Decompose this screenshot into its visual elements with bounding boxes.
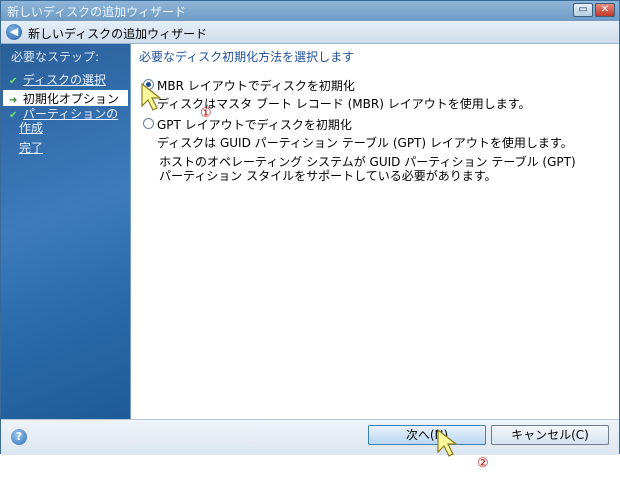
check-icon: ✔: [9, 76, 18, 87]
sidebar-item-init-options: ➜ 初期化オプション: [3, 90, 128, 106]
gpt-note-line1: ホストのオペレーティング システムが GUID パーティション テーブル (GP…: [159, 155, 576, 169]
callout-marker-1: ①: [200, 106, 212, 121]
gpt-note: ホストのオペレーティング システムが GUID パーティション テーブル (GP…: [159, 155, 576, 183]
steps-sidebar: 必要なステップ: ✔ ディスクの選択 ➜ 初期化オプション ✔ パーティションの…: [1, 44, 130, 419]
callout-marker-2: ②: [477, 456, 489, 471]
wizard-title: 新しいディスクの追加ウィザード: [28, 27, 208, 41]
title-bar[interactable]: 新しいディスクの追加ウィザード ▭ ✕: [1, 1, 619, 21]
gpt-radio[interactable]: [143, 118, 154, 129]
sidebar-item-label[interactable]: パーティションの: [23, 107, 118, 121]
help-icon[interactable]: ?: [11, 429, 27, 445]
sidebar-item-label[interactable]: 完了: [19, 141, 43, 155]
gpt-note-line2: パーティション スタイルをサポートしている必要があります。: [159, 169, 497, 183]
sidebar-item-create-partition[interactable]: ✔ パーティションの 作成: [9, 108, 118, 134]
wizard-window: 新しいディスクの追加ウィザード ▭ ✕ ◀ 新しいディスクの追加ウィザード 必要…: [0, 0, 620, 455]
sidebar-item-label-cont[interactable]: 作成: [19, 121, 43, 135]
pointer-cursor-icon: [437, 428, 458, 457]
sidebar-item-label[interactable]: ディスクの選択: [23, 73, 106, 87]
sidebar-item-select-disk[interactable]: ✔ ディスクの選択: [9, 71, 106, 88]
window-title: 新しいディスクの追加ウィザード: [7, 5, 187, 19]
back-arrow-icon[interactable]: ◀: [6, 24, 22, 40]
sidebar-item-label: 初期化オプション: [22, 92, 119, 106]
cancel-button[interactable]: キャンセル(C): [491, 425, 609, 445]
steps-heading: 必要なステップ:: [11, 50, 100, 64]
pointer-cursor-icon: [141, 82, 162, 111]
minimize-button[interactable]: ▭: [573, 3, 593, 17]
check-icon: ✔: [9, 110, 18, 121]
mbr-option-label[interactable]: MBR レイアウトでディスクを初期化: [157, 77, 355, 94]
wizard-header: ◀ 新しいディスクの追加ウィザード: [1, 21, 619, 44]
gpt-option-label[interactable]: GPT レイアウトでディスクを初期化: [157, 116, 352, 133]
sidebar-item-finish[interactable]: 完了: [9, 139, 43, 156]
next-button[interactable]: 次へ(N): [368, 425, 486, 445]
wizard-footer: ? 次へ(N) キャンセル(C): [1, 419, 619, 455]
gpt-description: ディスクは GUID パーティション テーブル (GPT) レイアウトを使用しま…: [157, 136, 573, 150]
current-step-arrow-icon: ➜: [9, 95, 18, 106]
close-button[interactable]: ✕: [595, 3, 615, 17]
main-content: 必要なディスク初期化方法を選択します MBR レイアウトでディスクを初期化 ディ…: [131, 44, 619, 419]
page-prompt: 必要なディスク初期化方法を選択します: [139, 50, 355, 64]
mbr-description: ディスクはマスタ ブート レコード (MBR) レイアウトを使用します。: [157, 97, 531, 111]
